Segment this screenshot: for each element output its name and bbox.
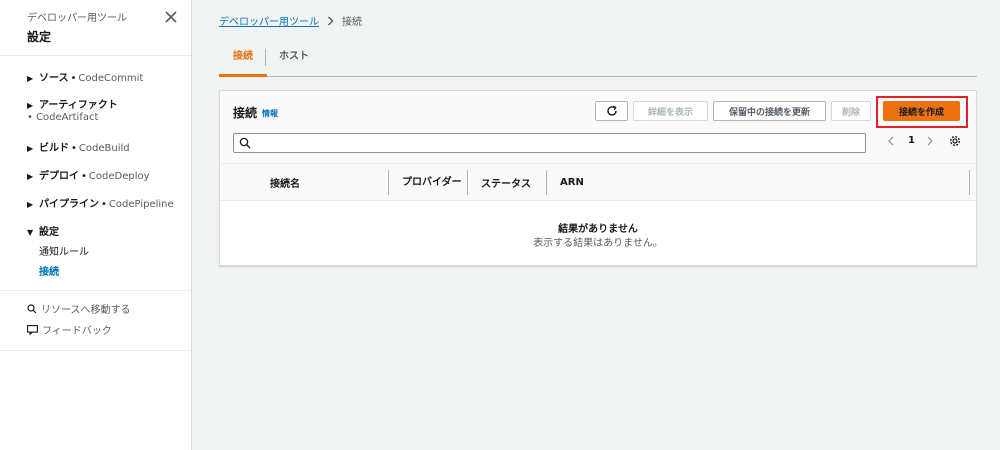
column-header-name[interactable]: 接続名 [257,164,387,201]
tab-connections[interactable]: 接続 [219,44,267,77]
chevron-right-icon [328,16,334,25]
caret-right-icon: ▶ [27,200,34,209]
sidebar-header: デベロッパー用ツール 設定 [0,0,191,56]
empty-state-description: 表示する結果はありません。 [533,238,663,249]
sidebar-group-source[interactable]: ▶ ソース • CodeCommit [27,69,143,84]
table-header: 接続名 プロバイダー ステータス ARN [220,163,976,201]
connections-panel: 接続 情報 詳細を表示 保留中の接続を更新 削除 接続を作成 1 接続名 プロバ… [219,90,977,266]
breadcrumb-parent-link[interactable]: デベロッパー用ツール [219,13,319,28]
column-divider [969,170,970,195]
search-icon [239,137,251,149]
column-header-provider[interactable]: プロバイダー [389,164,467,201]
panel-title: 接続 [233,106,258,120]
sidebar-group-deploy[interactable]: ▶ デプロイ • CodeDeploy [27,167,150,182]
sidebar-service-codeartifact[interactable]: • CodeArtifact [27,112,98,123]
caret-right-icon: ▶ [27,172,34,181]
sidebar-group-settings[interactable]: ▼ 設定 [27,223,59,238]
page-number[interactable]: 1 [908,135,915,146]
refresh-button[interactable] [595,101,628,121]
chevron-left-icon[interactable] [887,135,895,147]
caret-down-icon: ▼ [27,228,34,237]
caret-right-icon: ▶ [27,101,34,110]
search-box [233,133,866,153]
sidebar-divider [0,290,191,291]
sidebar-title: 設定 [27,30,52,44]
breadcrumb-current: 接続 [342,17,362,28]
caret-right-icon: ▶ [27,144,34,153]
empty-state-title: 結果がありません [558,224,638,235]
feedback-icon [27,324,38,335]
view-details-button[interactable]: 詳細を表示 [633,101,708,121]
tab-hosts[interactable]: ホスト [265,44,323,77]
sidebar-goto-resource[interactable]: リソースへ移動する [27,301,131,316]
sidebar-feedback[interactable]: フィードバック [27,322,112,337]
info-link[interactable]: 情報 [262,108,278,119]
sidebar-group-pipeline[interactable]: ▶ パイプライン • CodePipeline [27,195,174,210]
search-icon [27,303,37,313]
search-input[interactable] [256,134,856,152]
sidebar: デベロッパー用ツール 設定 ▶ ソース • CodeCommit ▶ アーティファクト … [0,0,192,450]
refresh-icon [606,105,617,116]
highlight-box [876,96,968,128]
gear-icon[interactable] [949,135,961,147]
close-icon[interactable] [164,10,178,24]
delete-button[interactable]: 削除 [831,101,871,121]
tab-bar: 接続 ホスト [219,44,977,77]
column-header-status[interactable]: ステータス [468,164,546,201]
caret-right-icon: ▶ [27,74,34,83]
chevron-right-icon[interactable] [926,135,934,147]
sidebar-divider [0,350,191,351]
update-pending-connection-button[interactable]: 保留中の接続を更新 [713,101,826,121]
breadcrumb: デベロッパー用ツール 接続 [219,13,362,28]
column-header-arn[interactable]: ARN [547,164,967,201]
sidebar-item-notification-rules[interactable]: 通知ルール [39,243,89,258]
sidebar-group-build[interactable]: ▶ ビルド • CodeBuild [27,139,130,154]
sidebar-item-connections[interactable]: 接続 [39,263,59,278]
sidebar-group-artifact[interactable]: ▶ アーティファクト [27,96,118,111]
